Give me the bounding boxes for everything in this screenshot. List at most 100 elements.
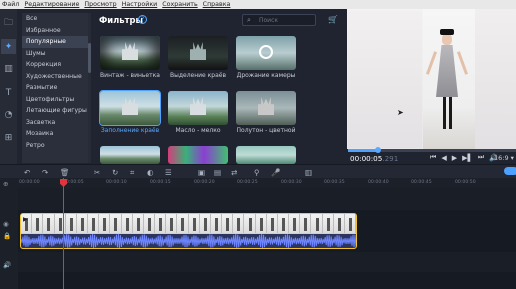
filter-category-list: Все Избранное Популярные Шумы Коррекция … — [22, 13, 88, 163]
rewind-icon[interactable]: ◀ — [441, 154, 446, 162]
clip-frame — [188, 214, 200, 233]
pip-icon[interactable]: ▣ — [198, 168, 205, 177]
cart-icon[interactable]: 🛒 — [328, 15, 338, 24]
play-icon[interactable]: ▶ — [452, 154, 457, 162]
forward-icon[interactable]: ▶▌ — [462, 154, 473, 162]
prev-frame-icon[interactable]: ⏮ — [430, 153, 436, 162]
ruler-tick: 00:00:30 — [281, 180, 302, 185]
marker-icon[interactable]: ⚲ — [254, 168, 260, 177]
clip-frame — [155, 214, 167, 233]
clip-frame — [322, 214, 334, 233]
track-gutter: ⊕ ◉ 🔒 🔊 — [0, 178, 18, 289]
category-favorites[interactable]: Избранное — [22, 25, 88, 37]
ruler-tick: 00:00:15 — [150, 180, 171, 185]
category-light-leak[interactable]: Засветка — [22, 117, 88, 129]
clip-frame — [99, 214, 111, 233]
filter-label-oil: Масло - мелко — [175, 127, 221, 134]
properties-icon[interactable]: ☰ — [165, 168, 172, 177]
category-popular[interactable]: Популярные — [22, 36, 88, 48]
text-track[interactable] — [18, 252, 516, 272]
add-track-icon[interactable]: ⊕ — [3, 180, 8, 188]
search-input[interactable] — [259, 16, 313, 25]
ruler-tick: 00:00:20 — [194, 180, 215, 185]
rotate-icon[interactable]: ↻ — [112, 168, 118, 177]
audio-track-icon[interactable]: 🔊 — [3, 261, 11, 269]
help-icon[interactable]: ? — [138, 15, 147, 24]
clip-frame — [166, 214, 178, 233]
ruler-tick: 00:00:40 — [368, 180, 389, 185]
clip-frame — [344, 214, 356, 233]
video-clip[interactable]: ▶ — [20, 213, 357, 249]
redo-icon[interactable]: ↷ — [42, 168, 48, 177]
lock-icon[interactable]: 🔒 — [3, 232, 11, 240]
filter-thumb-camera-shake[interactable] — [236, 36, 296, 70]
undo-icon[interactable]: ↶ — [24, 168, 30, 177]
video-track-icon[interactable]: ◉ — [3, 220, 9, 228]
video-preview[interactable] — [347, 9, 516, 149]
progress-handle[interactable] — [375, 147, 382, 153]
clip-frame — [210, 214, 223, 233]
slideshow-icon[interactable]: ▥ — [305, 168, 312, 177]
timecode: 00:00:05.291 — [350, 154, 398, 163]
more-tools-icon[interactable]: ⊞ — [1, 130, 16, 145]
menu-edit[interactable]: Редактирование — [24, 0, 79, 9]
category-blur[interactable]: Размытие — [22, 82, 88, 94]
menu-help[interactable]: Справка — [203, 0, 231, 9]
delete-icon[interactable]: 🗑 — [60, 168, 70, 177]
overlay-track[interactable] — [18, 188, 516, 210]
menu-settings[interactable]: Настройки — [122, 0, 158, 9]
clip-frame — [76, 214, 89, 233]
titles-icon[interactable]: T — [1, 85, 16, 100]
stabilize-icon[interactable]: ▤ — [214, 168, 221, 177]
mouse-cursor-icon: ➤ — [397, 108, 404, 117]
filter-thumb-vignette[interactable] — [100, 36, 160, 70]
transition-icon[interactable]: ⇄ — [231, 168, 237, 177]
aspect-ratio-select[interactable]: 16:9 ▾ — [494, 154, 514, 162]
clip-frame — [277, 214, 290, 233]
filter-thumb-edges[interactable] — [168, 36, 228, 70]
filter-thumb-row3-1[interactable] — [100, 146, 160, 164]
cut-icon[interactable]: ✂ — [94, 168, 100, 177]
category-noise[interactable]: Шумы — [22, 48, 88, 60]
category-color-filters[interactable]: Цветофильтры — [22, 94, 88, 106]
crop-icon[interactable]: ⌗ — [130, 168, 134, 178]
stickers-icon[interactable]: ◔ — [1, 107, 16, 122]
menu-bar: Файл Редактирование Просмотр Настройки С… — [0, 0, 516, 9]
category-scrollbar[interactable] — [88, 13, 91, 163]
filter-thumb-fill-edges[interactable] — [99, 90, 161, 126]
category-artistic[interactable]: Художественные — [22, 71, 88, 83]
record-voice-icon[interactable]: 🎤 — [271, 168, 280, 177]
menu-save[interactable]: Сохранить — [162, 0, 197, 9]
filter-thumb-row3-3[interactable] — [236, 146, 296, 164]
transitions-icon[interactable]: ▥ — [1, 61, 16, 76]
timeline-toolbar: ↶ ↷ 🗑 ✂ ↻ ⌗ ◐ ☰ ▣ ▤ ⇄ ⚲ 🎤 ▥ — [0, 164, 516, 178]
filter-thumb-oil[interactable] — [168, 91, 228, 125]
category-correction[interactable]: Коррекция — [22, 59, 88, 71]
clip-frame — [65, 214, 77, 233]
audio-waveform — [21, 234, 356, 248]
category-mosaic[interactable]: Мозаика — [22, 128, 88, 140]
clip-frame — [255, 214, 267, 233]
clip-frames — [21, 214, 356, 233]
category-flying-shapes[interactable]: Летающие фигуры — [22, 105, 88, 117]
ruler-tick: 00:00:50 — [455, 180, 476, 185]
next-frame-icon[interactable]: ⏭ — [478, 153, 484, 162]
menu-view[interactable]: Просмотр — [84, 0, 116, 9]
filter-thumb-halftone[interactable] — [236, 91, 296, 125]
timeline-ruler[interactable]: 00:00:00 00:00:05 00:00:10 00:00:15 00:0… — [18, 178, 516, 188]
preview-subject — [425, 29, 469, 149]
playback-progress[interactable] — [348, 147, 516, 153]
menu-file[interactable]: Файл — [2, 0, 19, 9]
playhead[interactable] — [63, 178, 64, 289]
filter-label-fill-edges: Заполнение краёв — [100, 127, 160, 134]
color-adjust-icon[interactable]: ◐ — [147, 168, 154, 177]
magic-wand-icon[interactable]: ✦ — [1, 39, 16, 54]
category-all[interactable]: Все — [22, 13, 88, 25]
ruler-tick: 00:00:35 — [324, 180, 345, 185]
timeline-toggle[interactable] — [504, 167, 516, 175]
import-icon[interactable]: 🗀 — [1, 15, 16, 30]
clip-video-icon: ▶ — [23, 216, 28, 223]
category-retro[interactable]: Ретро — [22, 140, 88, 152]
filter-thumb-row3-2[interactable] — [168, 146, 228, 164]
ruler-tick: 00:00:45 — [411, 180, 432, 185]
